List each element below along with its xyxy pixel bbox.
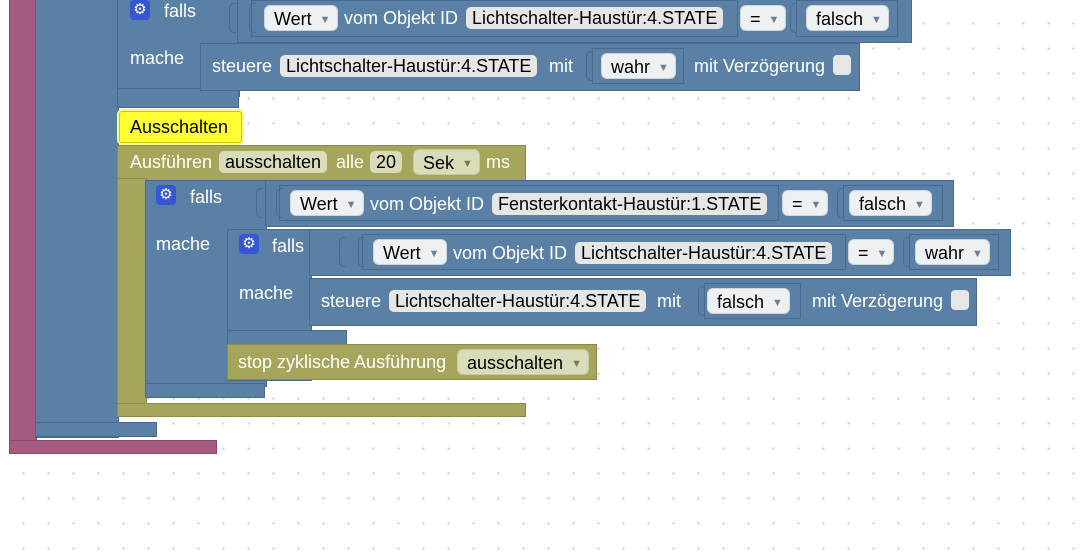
falls-label: falls: [190, 187, 223, 207]
boolean-dropdown[interactable]: wahr ▼: [601, 53, 676, 79]
object-id-field[interactable]: Lichtschalter-Haustür:4.STATE: [466, 7, 724, 29]
object-id-field[interactable]: Fensterkontakt-Haustür:1.STATE: [492, 193, 768, 215]
delay-label: mit Verzögerung: [812, 291, 944, 311]
delay-label: mit Verzögerung: [694, 56, 826, 76]
falls-label: falls: [164, 1, 197, 21]
delay-checkbox[interactable]: [833, 55, 851, 75]
chevron-down-icon: ▼: [428, 248, 440, 260]
object-id-label: vom Objekt ID: [453, 243, 568, 263]
mache-label: mache: [156, 234, 211, 254]
interval-block-spine[interactable]: [117, 178, 147, 410]
value-dropdown[interactable]: Wert ▼: [373, 239, 447, 265]
input-connector: [276, 188, 283, 218]
input-connector: [358, 237, 365, 267]
boolean-dropdown[interactable]: falsch ▼: [806, 5, 889, 31]
input-connector: [249, 3, 256, 33]
delay-checkbox[interactable]: [951, 290, 969, 310]
event-block-spine[interactable]: [9, 0, 37, 448]
input-connector: [256, 188, 263, 218]
object-id-field[interactable]: Lichtschalter-Haustür:4.STATE: [575, 242, 833, 264]
interval-value-field[interactable]: 20: [370, 151, 403, 173]
chevron-down-icon: ▼: [914, 199, 925, 211]
run-label: Ausführen: [130, 152, 213, 172]
chevron-down-icon: ▼: [810, 199, 822, 211]
event-block-footer[interactable]: [9, 440, 217, 454]
operator-dropdown[interactable]: = ▼: [782, 190, 829, 216]
unit-dropdown[interactable]: Sek ▼: [413, 149, 480, 175]
outer-block-footer[interactable]: [35, 422, 157, 437]
boolean-dropdown[interactable]: falsch ▼: [707, 288, 790, 314]
boolean-dropdown[interactable]: falsch ▼: [849, 190, 932, 216]
chevron-down-icon: ▼: [772, 297, 783, 309]
value-dropdown[interactable]: Wert ▼: [290, 190, 364, 216]
outer-block-spine[interactable]: [35, 0, 119, 438]
chevron-down-icon: ▼: [658, 62, 669, 74]
stop-label: stop zyklische Ausführung: [238, 352, 447, 372]
chevron-down-icon: ▼: [876, 248, 888, 260]
chevron-down-icon: ▼: [571, 358, 582, 370]
mit-label: mit: [549, 56, 573, 76]
chevron-down-icon: ▼: [871, 14, 882, 26]
stop-target-dropdown[interactable]: ausschalten ▼: [457, 349, 589, 375]
input-connector: [229, 3, 236, 33]
falls-label: falls: [272, 236, 305, 256]
mache-label: mache: [130, 48, 185, 68]
interval-name-field[interactable]: ausschalten: [219, 151, 328, 173]
operator-dropdown[interactable]: = ▼: [848, 239, 895, 265]
value-dropdown[interactable]: Wert ▼: [264, 5, 338, 31]
ms-label: ms: [486, 152, 510, 172]
gear-icon[interactable]: ⚙: [239, 234, 259, 254]
input-connector: [339, 237, 346, 267]
interval-block-footer[interactable]: [117, 403, 526, 417]
chevron-down-icon: ▼: [345, 199, 357, 211]
mit-label: mit: [657, 291, 681, 311]
object-id-field[interactable]: Lichtschalter-Haustür:4.STATE: [389, 290, 647, 312]
if-block-window-footer[interactable]: [145, 383, 265, 398]
mache-label: mache: [239, 283, 294, 303]
gear-icon[interactable]: ⚙: [156, 185, 176, 205]
steuere-label: steuere: [212, 56, 273, 76]
chevron-down-icon: ▼: [768, 14, 780, 26]
gear-icon[interactable]: ⚙: [130, 0, 150, 20]
object-id-label: vom Objekt ID: [344, 8, 459, 28]
chevron-down-icon: ▼: [319, 14, 331, 26]
chevron-down-icon: ▼: [462, 158, 473, 170]
boolean-dropdown[interactable]: wahr ▼: [915, 239, 990, 265]
comment-block[interactable]: Ausschalten: [119, 111, 242, 143]
chevron-down-icon: ▼: [972, 248, 983, 260]
steuere-label: steuere: [321, 291, 382, 311]
if-block-outer-footer[interactable]: [117, 88, 239, 108]
object-id-field[interactable]: Lichtschalter-Haustür:4.STATE: [280, 55, 538, 77]
operator-dropdown[interactable]: = ▼: [740, 5, 787, 31]
object-id-label: vom Objekt ID: [370, 194, 485, 214]
every-label: alle: [336, 152, 365, 172]
